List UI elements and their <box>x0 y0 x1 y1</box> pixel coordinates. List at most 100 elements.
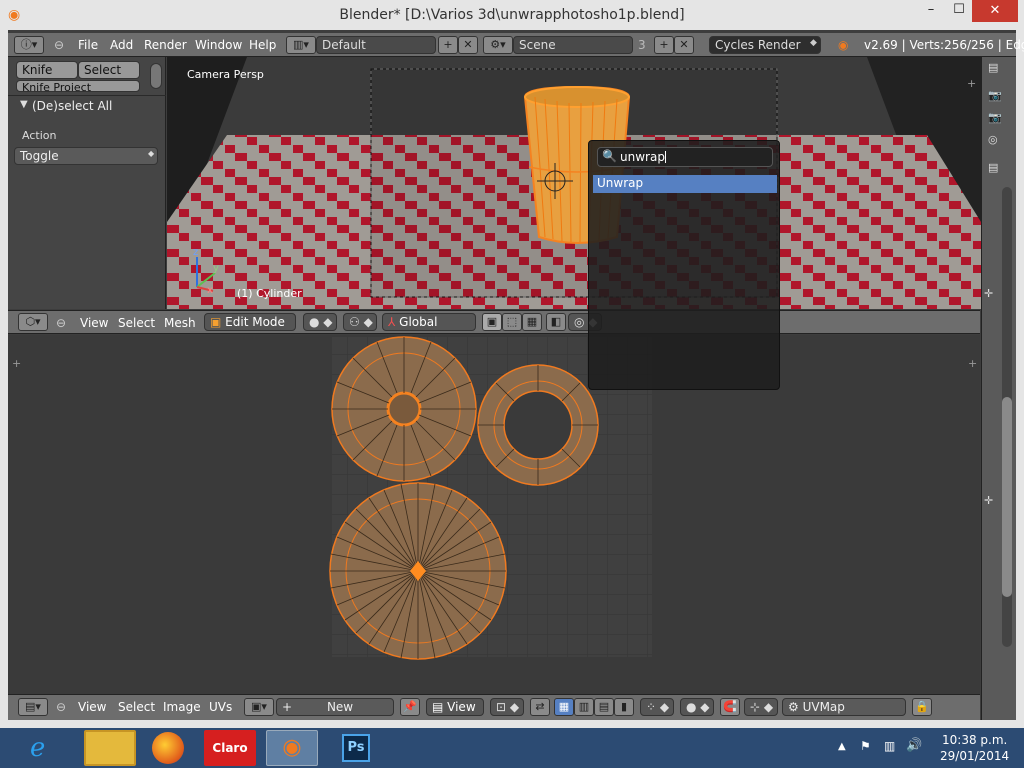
layout-browse-button[interactable]: ▥▾ <box>286 36 316 54</box>
info-editor-type-button[interactable]: ⓘ▾ <box>14 36 44 54</box>
chevron-down-icon: ◆ <box>810 38 817 48</box>
scene-add-icon[interactable]: + <box>654 36 674 54</box>
uv-editor-header: ▤▾ ⊖ View Select Image UVs ▣▾ + New 📌 ▤ V… <box>8 694 980 720</box>
search-result-unwrap[interactable]: Unwrap <box>593 175 777 193</box>
menu-mesh[interactable]: Mesh <box>164 316 196 330</box>
menu-select-3d[interactable]: Select <box>118 316 155 330</box>
menu-file[interactable]: File <box>78 38 98 52</box>
uv-vertex-select-icon[interactable]: ▦ <box>554 698 574 716</box>
lock-icon[interactable]: 🔒 <box>912 698 932 716</box>
uv-face-select-icon[interactable]: ▤ <box>594 698 614 716</box>
uvmap-label: UVMap <box>802 700 845 714</box>
collapse-icon[interactable]: ⊖ <box>54 38 64 52</box>
uv-edge-select-icon[interactable]: ▥ <box>574 698 594 716</box>
chevron-down-icon: ◆ <box>148 149 155 158</box>
uv-corner-plus-icon-right[interactable]: + <box>968 357 977 370</box>
render-tab-icon[interactable]: 📷 <box>988 89 1002 102</box>
menu-view-3d[interactable]: View <box>80 316 108 330</box>
outliner-tab-icon[interactable]: ▤ <box>988 161 998 174</box>
layout-add-icon[interactable]: + <box>438 36 458 54</box>
scene-stats: v2.69 | Verts:256/256 | Edges <box>864 38 1024 52</box>
menu-help[interactable]: Help <box>249 38 276 52</box>
pin-icon[interactable]: 📌 <box>400 698 420 716</box>
world-tab-icon[interactable]: ◎ <box>988 133 998 146</box>
uv-island-select-icon[interactable]: ▮ <box>614 698 634 716</box>
action-select[interactable]: Toggle <box>14 147 158 165</box>
tab-knife-project[interactable]: Knife Project <box>16 80 140 92</box>
scroll-handle[interactable] <box>1002 397 1012 597</box>
blender-taskbar-icon[interactable]: ◉ <box>266 730 318 766</box>
menu-window[interactable]: Window <box>195 38 242 52</box>
scene-field[interactable]: Scene <box>513 36 633 54</box>
camera-persp-label: Camera Persp <box>187 68 264 81</box>
windows-taskbar: ℯ Claro ◉ Ps ▲ ⚑ ▥ 🔊 10:38 p.m. 29/01/20… <box>0 728 1024 768</box>
flag-icon[interactable]: ⚑ <box>860 739 871 753</box>
scrollbar-handle[interactable] <box>150 63 162 89</box>
orientation-select[interactable]: ⅄ Global <box>382 313 476 331</box>
menu-image[interactable]: Image <box>163 700 201 714</box>
render-engine-select[interactable]: Cycles Render <box>709 36 821 54</box>
collapse-icon[interactable]: ⊖ <box>56 700 66 714</box>
menu-uvs[interactable]: UVs <box>209 700 232 714</box>
vertex-select-icon[interactable]: ▣ <box>482 313 502 331</box>
image-browse-button[interactable]: ▣▾ <box>244 698 274 716</box>
layout-remove-icon[interactable]: ✕ <box>458 36 478 54</box>
proportional-uv-select[interactable]: ● ◆ <box>680 698 714 716</box>
area-split-icon-lower[interactable]: ✛ <box>984 494 993 507</box>
sticky-select-mode[interactable]: ⁘ ◆ <box>640 698 674 716</box>
area-split-icon[interactable]: ✛ <box>984 287 993 300</box>
volume-icon[interactable]: 🔊 <box>906 738 922 753</box>
scene-remove-icon[interactable]: ✕ <box>674 36 694 54</box>
collapse-triangle-icon[interactable]: ▼ <box>20 99 28 110</box>
uv-view-icon: ▤ <box>432 700 448 714</box>
pivot-select[interactable]: ⚇ ◆ <box>343 313 377 331</box>
close-button[interactable]: ✕ <box>972 0 1018 22</box>
uv-editor-type-button[interactable]: ▤▾ <box>18 698 48 716</box>
new-image-button[interactable]: + New <box>276 698 394 716</box>
menu-render[interactable]: Render <box>144 38 187 52</box>
search-input[interactable]: 🔍 unwrap <box>597 147 773 167</box>
uv-corner-plus-icon[interactable]: + <box>12 357 21 370</box>
maximize-button[interactable]: ☐ <box>946 2 972 24</box>
3d-viewport[interactable]: Camera Persp z y x (1) Cylinder + <box>167 57 981 309</box>
minimize-button[interactable]: – <box>916 2 946 24</box>
scene-browse-button[interactable]: ⚙▾ <box>483 36 513 54</box>
photoshop-icon[interactable]: Ps <box>342 734 370 762</box>
orientation-label: Global <box>399 315 438 329</box>
internet-explorer-icon[interactable]: ℯ <box>30 733 45 763</box>
tab-knife[interactable]: Knife <box>16 61 78 79</box>
menu-select-uv[interactable]: Select <box>118 700 155 714</box>
3d-editor-type-button[interactable]: ⬡▾ <box>18 313 48 331</box>
viewport-corner-plus-icon[interactable]: + <box>967 77 976 90</box>
face-select-icon[interactable]: ▦ <box>522 313 542 331</box>
snap-icon[interactable]: 🧲 <box>720 698 740 716</box>
occlude-geometry-icon[interactable]: ◧ <box>546 313 566 331</box>
pivot-uv-select[interactable]: ⊡ ◆ <box>490 698 524 716</box>
viewport-shading-select[interactable]: ● ◆ <box>303 313 337 331</box>
firefox-icon[interactable] <box>152 732 184 764</box>
layout-field[interactable]: Default <box>316 36 436 54</box>
clock-time[interactable]: 10:38 p.m. <box>942 733 1007 747</box>
clock-date[interactable]: 29/01/2014 <box>940 749 1009 763</box>
tool-shelf: Knife Select Knife Project ▼ (De)select … <box>8 57 166 309</box>
tab-select[interactable]: Select <box>78 61 140 79</box>
uv-view-mode-select[interactable]: ▤ View <box>426 698 484 716</box>
network-icon[interactable]: ▥ <box>884 739 895 753</box>
mode-select[interactable]: ▣ Edit Mode <box>204 313 296 331</box>
menu-add[interactable]: Add <box>110 38 133 52</box>
window-title: Blender* [D:\Varios 3d\unwrapphotosho1p.… <box>339 7 685 23</box>
uv-editor-viewport[interactable]: + + <box>8 335 980 694</box>
properties-editor-type-icon[interactable]: ▤ <box>988 61 998 74</box>
search-query: unwrap <box>620 150 665 164</box>
scene-tab-icon[interactable]: 📷 <box>988 111 1002 124</box>
claro-icon[interactable]: Claro <box>204 730 256 766</box>
file-explorer-icon[interactable] <box>84 730 136 766</box>
snap-element-select[interactable]: ⊹ ◆ <box>744 698 778 716</box>
edge-select-icon[interactable]: ⬚ <box>502 313 522 331</box>
operator-search-popup: 🔍 unwrap Unwrap <box>588 140 780 390</box>
tray-arrow-icon[interactable]: ▲ <box>838 741 846 752</box>
menu-view-uv[interactable]: View <box>78 700 106 714</box>
uvmap-select[interactable]: ⚙ UVMap <box>782 698 906 716</box>
collapse-icon[interactable]: ⊖ <box>56 316 66 330</box>
sync-selection-icon[interactable]: ⇄ <box>530 698 550 716</box>
